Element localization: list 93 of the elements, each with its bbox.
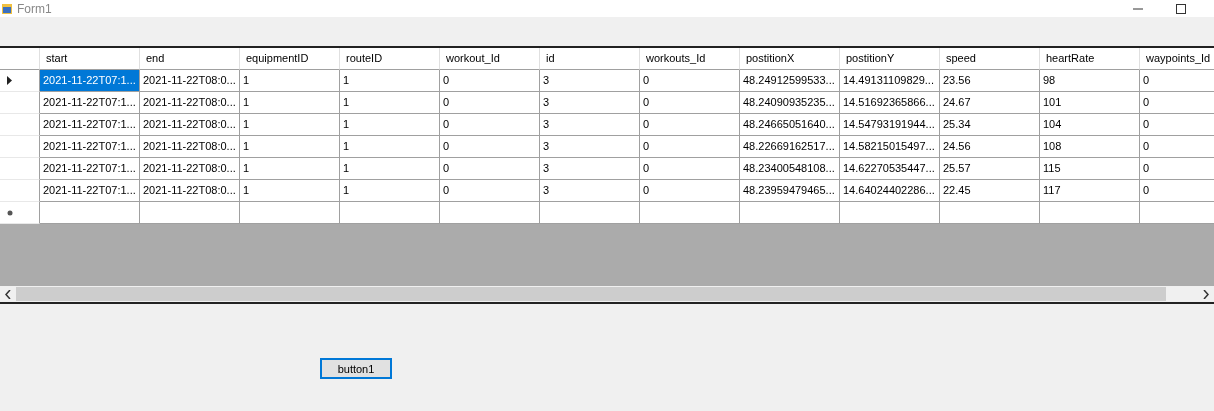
column-header[interactable]: end — [140, 48, 240, 70]
table-cell: 2021-11-22T07:1... — [40, 92, 140, 114]
table-cell: 24.56 — [940, 136, 1040, 158]
column-header[interactable]: postitionX — [740, 48, 840, 70]
table-cell: 1 — [240, 114, 340, 136]
column-header[interactable]: workout_Id — [440, 48, 540, 70]
table-cell: 0 — [440, 180, 540, 202]
column-header[interactable]: id — [540, 48, 640, 70]
scrollbar-thumb[interactable] — [16, 287, 1166, 301]
table-cell: 2021-11-22T08:0... — [140, 158, 240, 180]
window-title: Form1 — [17, 1, 52, 16]
table-cell: 1 — [340, 136, 440, 158]
table-cell: 2021-11-22T08:0... — [140, 114, 240, 136]
table-cell: 0 — [1140, 158, 1214, 180]
table-cell: 1 — [340, 70, 440, 92]
table-cell: 14.49131109829... — [840, 70, 940, 92]
table-cell: 14.54793191944... — [840, 114, 940, 136]
table-cell: 0 — [640, 92, 740, 114]
table-cell: 1 — [340, 92, 440, 114]
table-cell: 0 — [440, 136, 540, 158]
table-cell: 2021-11-22T07:1... — [40, 136, 140, 158]
row-header[interactable] — [0, 70, 40, 92]
table-cell: 0 — [1140, 92, 1214, 114]
table-cell: 14.58215015497... — [840, 136, 940, 158]
table-cell: 25.34 — [940, 114, 1040, 136]
column-header[interactable]: routeID — [340, 48, 440, 70]
column-header[interactable]: equipmentID — [240, 48, 340, 70]
table-cell: 2021-11-22T08:0... — [140, 70, 240, 92]
table-cell: 3 — [540, 180, 640, 202]
header-corner — [0, 48, 40, 70]
table-cell: 23.56 — [940, 70, 1040, 92]
table-cell: 1 — [340, 114, 440, 136]
table-cell: 104 — [1040, 114, 1140, 136]
table-cell: 2021-11-22T07:1... — [40, 70, 140, 92]
column-header[interactable]: start — [40, 48, 140, 70]
app-icon — [2, 3, 12, 14]
table-cell: 0 — [1140, 114, 1214, 136]
table-cell: 2021-11-22T07:1... — [40, 180, 140, 202]
table-cell: 1 — [240, 92, 340, 114]
table-cell: 0 — [440, 70, 540, 92]
table-cell: 3 — [540, 114, 640, 136]
table-cell: 1 — [340, 180, 440, 202]
table-cell: 1 — [240, 136, 340, 158]
button[interactable]: button1 — [320, 358, 392, 379]
column-header[interactable]: postitionY — [840, 48, 940, 70]
table-cell: 14.51692365866... — [840, 92, 940, 114]
table-cell: 0 — [1140, 136, 1214, 158]
table-cell: 24.67 — [940, 92, 1040, 114]
table-cell: 48.24912599533... — [740, 70, 840, 92]
column-header[interactable]: workouts_Id — [640, 48, 740, 70]
maximize-icon[interactable] — [1176, 3, 1186, 14]
column-header[interactable]: speed — [940, 48, 1040, 70]
table-cell: 3 — [540, 92, 640, 114]
table-cell: 2021-11-22T08:0... — [140, 136, 240, 158]
table-cell: 48.22669162517... — [740, 136, 840, 158]
scroll-left-icon[interactable] — [5, 289, 11, 299]
table-cell: 0 — [640, 70, 740, 92]
table-cell: 0 — [640, 180, 740, 202]
table-cell: 48.24090935235... — [740, 92, 840, 114]
table-cell: 117 — [1040, 180, 1140, 202]
table-cell: 3 — [540, 70, 640, 92]
table-cell: 0 — [1140, 180, 1214, 202]
table-cell: 0 — [640, 136, 740, 158]
table-cell: 0 — [440, 114, 540, 136]
table-cell: 1 — [340, 158, 440, 180]
current-row-icon — [7, 76, 12, 85]
table-cell: 108 — [1040, 136, 1140, 158]
table-cell: 2021-11-22T08:0... — [140, 180, 240, 202]
table-cell: 101 — [1040, 92, 1140, 114]
table-cell: 1 — [240, 180, 340, 202]
table-cell: 1 — [240, 158, 340, 180]
table-cell: 48.23400548108... — [740, 158, 840, 180]
table-cell: 14.64024402286... — [840, 180, 940, 202]
column-header[interactable]: heartRate — [1040, 48, 1140, 70]
table-cell: 25.57 — [940, 158, 1040, 180]
table-cell: 48.24665051640... — [740, 114, 840, 136]
table-cell: 98 — [1040, 70, 1140, 92]
table-cell: 2021-11-22T08:0... — [140, 92, 240, 114]
table-cell: 48.23959479465... — [740, 180, 840, 202]
table-cell: 0 — [440, 158, 540, 180]
scroll-right-icon[interactable] — [1203, 289, 1209, 299]
table-cell: 0 — [640, 158, 740, 180]
table-cell: 14.62270535447... — [840, 158, 940, 180]
table-cell: 3 — [540, 158, 640, 180]
table-cell: 2021-11-22T07:1... — [40, 114, 140, 136]
table-cell: 115 — [1040, 158, 1140, 180]
table-cell: 22.45 — [940, 180, 1040, 202]
table-cell: 0 — [1140, 70, 1214, 92]
table-cell: 1 — [240, 70, 340, 92]
table-cell: 0 — [640, 114, 740, 136]
table-cell: 3 — [540, 136, 640, 158]
table-cell: 2021-11-22T07:1... — [40, 158, 140, 180]
table-cell: 0 — [440, 92, 540, 114]
